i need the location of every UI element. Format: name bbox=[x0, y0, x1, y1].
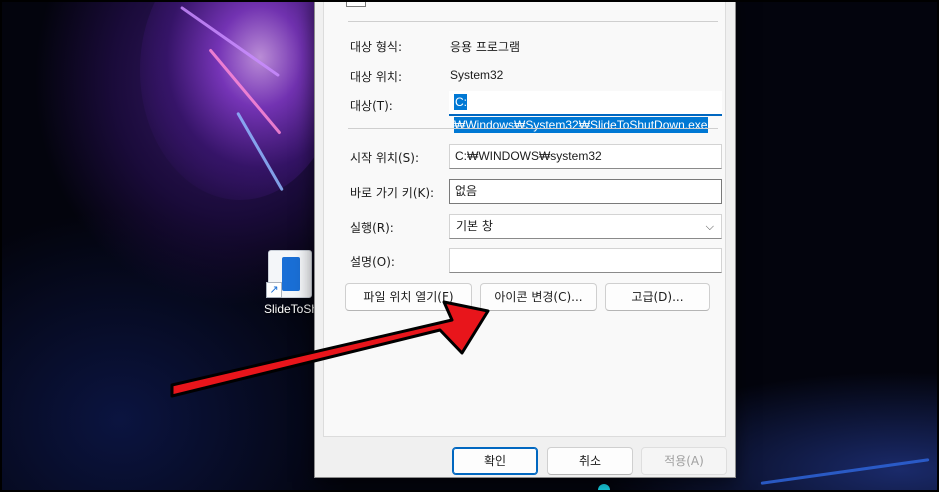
taskbar-indicator bbox=[598, 484, 610, 492]
change-icon-button[interactable]: 아이콘 변경(C)... bbox=[480, 283, 597, 311]
shortcut-tab-panel: 대상 형식: 응용 프로그램 대상 위치: System32 대상(T): C:… bbox=[323, 0, 726, 437]
open-file-location-button[interactable]: 파일 위치 열기(F) bbox=[345, 283, 472, 311]
target-input[interactable]: C:₩Windows₩System32₩SlideToShutDown.exe bbox=[449, 91, 722, 133]
wallpaper-streak bbox=[760, 458, 930, 485]
target-location-value: System32 bbox=[450, 68, 504, 82]
advanced-button[interactable]: 고급(D)... bbox=[605, 283, 710, 311]
chevron-down-icon: ⌵ bbox=[705, 220, 714, 233]
start-in-input[interactable]: C:₩WINDOWS₩system32 bbox=[449, 144, 722, 169]
shortcut-key-label: 바로 가기 키(K): bbox=[350, 186, 435, 200]
separator bbox=[348, 128, 718, 129]
separator bbox=[348, 21, 718, 22]
target-label: 대상(T): bbox=[350, 99, 393, 113]
wallpaper-glow bbox=[140, 0, 340, 200]
run-select[interactable]: 기본 창 ⌵ bbox=[449, 214, 722, 239]
shortcut-label: SlideToShutDown.exe bbox=[264, 302, 320, 316]
ok-button[interactable]: 확인 bbox=[452, 447, 538, 475]
target-type-label: 대상 형식: bbox=[350, 40, 403, 54]
cancel-button[interactable]: 취소 bbox=[547, 447, 633, 475]
start-in-label: 시작 위치(S): bbox=[350, 151, 419, 165]
run-label: 실행(R): bbox=[350, 221, 394, 235]
app-small-icon bbox=[346, 0, 366, 7]
shortcut-key-input[interactable]: 없음 bbox=[449, 179, 722, 204]
desktop-shortcut-icon[interactable]: ↗ SlideToShutDown.exe bbox=[262, 248, 320, 320]
properties-dialog: 대상 형식: 응용 프로그램 대상 위치: System32 대상(T): C:… bbox=[314, 0, 736, 478]
target-type-value: 응용 프로그램 bbox=[450, 40, 521, 54]
comment-label: 설명(O): bbox=[350, 255, 395, 269]
comment-input[interactable] bbox=[449, 248, 722, 273]
shortcut-arrow-icon: ↗ bbox=[266, 282, 282, 298]
run-select-value: 기본 창 bbox=[456, 219, 493, 233]
target-location-label: 대상 위치: bbox=[350, 70, 403, 84]
apply-button[interactable]: 적용(A) bbox=[641, 447, 727, 475]
